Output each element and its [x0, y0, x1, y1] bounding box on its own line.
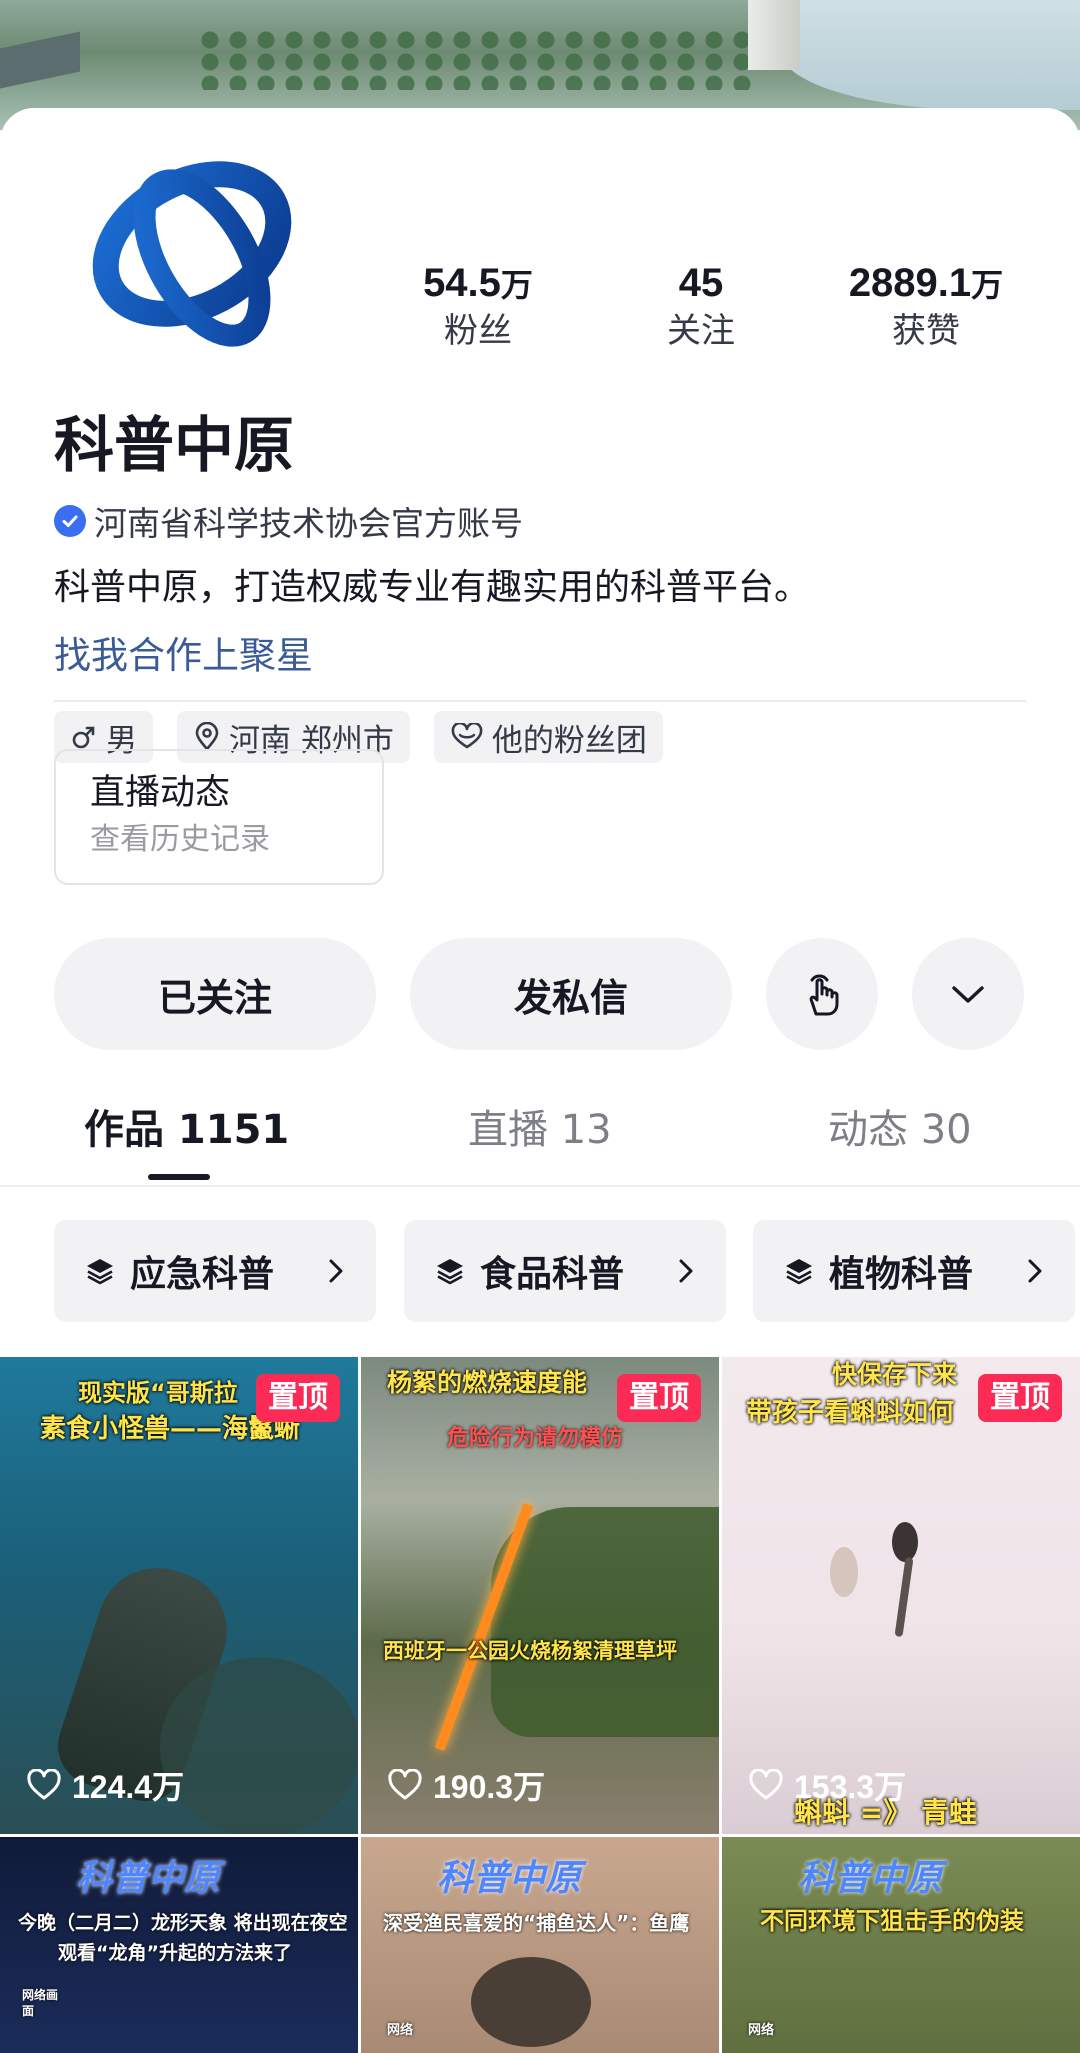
egg-figure	[830, 1547, 858, 1597]
layers-icon	[786, 1259, 812, 1285]
verification-line[interactable]: 河南省科学技术协会官方账号	[54, 496, 523, 546]
watermark-logo: 科普中原	[76, 1858, 221, 1899]
pinned-badge: 置顶	[617, 1374, 701, 1422]
tadpole-tail-figure	[894, 1556, 914, 1638]
video-caption: 观看“龙角”升起的方法来了	[58, 1942, 292, 1964]
chevron-down-icon	[952, 986, 984, 1003]
heart-icon	[388, 1769, 422, 1800]
collection-plants-label: 植物科普	[829, 1254, 974, 1295]
chevron-right-icon	[329, 1259, 343, 1283]
cooperation-link[interactable]: 找我合作上聚星	[54, 628, 313, 684]
cormorant-figure	[471, 1957, 591, 2047]
video-likes-count: 124.4万	[72, 1769, 185, 1805]
video-caption: 不同环境下狙击手的伪装	[760, 1907, 1024, 1935]
following-count: 45	[678, 261, 724, 305]
tab-posts[interactable]: 动态 30	[828, 1100, 972, 1160]
heart-icon	[749, 1769, 783, 1800]
video-caption: 网络	[748, 2023, 775, 2038]
watermark-logo: 科普中原	[437, 1858, 582, 1899]
fan-group-heart-icon	[451, 723, 483, 749]
video-caption: 快保存下来	[832, 1360, 958, 1389]
video-thumbnail[interactable]: 快保存下来 带孩子看蝌蚪如何 蝌蚪 =》 青蛙 置顶 153.3万	[722, 1357, 1080, 1834]
followers-count: 54.5	[423, 261, 501, 305]
likes-label: 获赞	[892, 311, 960, 351]
video-thumbnail[interactable]: 科普中原 今晚（二月二）龙形天象 将出现在夜空 观看“龙角”升起的方法来了 网络…	[0, 1837, 358, 2053]
video-thumbnail[interactable]: 现实版“哥斯拉 素食小怪兽——海鬣蜥 置顶 124.4万	[0, 1357, 358, 1834]
video-thumbnail[interactable]: 科普中原 不同环境下狙击手的伪装 网络	[722, 1837, 1080, 2053]
tadpole-figure	[892, 1522, 918, 1562]
followed-button[interactable]: 已关注	[54, 938, 376, 1050]
profile-bio: 科普中原，打造权威专业有趣实用的科普平台。	[54, 567, 811, 608]
avatar[interactable]	[58, 120, 320, 382]
video-thumbnail[interactable]: 杨絮的燃烧速度能 危险行为请勿模仿 西班牙一公园火烧杨絮清理草坪 置顶 190.…	[361, 1357, 719, 1834]
tag-fan-group-label: 他的粉丝团	[491, 722, 647, 759]
chevron-right-icon	[679, 1259, 693, 1283]
tabs-divider	[0, 1185, 1080, 1187]
collection-plants[interactable]: 植物科普	[753, 1220, 1075, 1322]
cover-road	[0, 31, 80, 89]
followers-unit: 万	[500, 266, 533, 304]
cover-tower	[748, 0, 800, 70]
rock-figure	[160, 1657, 358, 1834]
verification-text: 河南省科学技术协会官方账号	[94, 504, 523, 543]
tab-works[interactable]: 作品 1151	[84, 1100, 289, 1160]
male-icon	[72, 726, 95, 749]
live-history-title: 直播动态	[90, 773, 231, 813]
tag-fan-group[interactable]: 他的粉丝团	[433, 711, 663, 763]
layers-icon	[87, 1259, 113, 1285]
video-likes-count: 190.3万	[433, 1769, 546, 1805]
stat-following[interactable]: 45 关注	[601, 258, 801, 354]
watermark-logo: 科普中原	[798, 1858, 943, 1899]
video-caption: 西班牙一公园火烧杨絮清理草坪	[383, 1639, 677, 1663]
video-caption: 网络	[387, 2023, 414, 2038]
video-caption: 今晚（二月二）龙形天象 将出现在夜空	[18, 1912, 348, 1934]
pinned-badge: 置顶	[978, 1374, 1062, 1422]
video-likes: 153.3万	[748, 1762, 906, 1808]
followers-label: 粉丝	[444, 311, 512, 351]
profile-name: 科普中原	[54, 411, 294, 481]
tab-live[interactable]: 直播 13	[468, 1100, 612, 1160]
kepu-logo-icon	[92, 161, 292, 347]
video-likes-count: 153.3万	[794, 1769, 907, 1805]
chevron-right-icon	[1028, 1259, 1042, 1283]
video-likes: 190.3万	[387, 1762, 545, 1808]
grass-figure	[491, 1507, 719, 1737]
verified-badge-icon	[54, 505, 86, 537]
video-likes: 124.4万	[26, 1762, 184, 1808]
section-divider	[54, 700, 1026, 702]
video-caption: 带孩子看蝌蚪如何	[746, 1398, 955, 1428]
more-button[interactable]	[912, 938, 1024, 1050]
collection-food-label: 食品科普	[480, 1254, 625, 1295]
poke-hand-icon	[809, 974, 839, 1016]
live-history-card[interactable]: 直播动态 查看历史记录	[54, 749, 384, 885]
collection-emergency-label: 应急科普	[130, 1254, 275, 1295]
collection-emergency[interactable]: 应急科普	[54, 1220, 376, 1322]
cover-water	[780, 0, 1080, 110]
video-caption: 网络画面	[22, 1988, 59, 2018]
active-tab-indicator	[148, 1174, 210, 1180]
following-label: 关注	[667, 311, 735, 351]
video-caption: 深受渔民喜爱的“捕鱼达人”：鱼鹰	[383, 1911, 690, 1935]
poke-button[interactable]	[766, 938, 878, 1050]
collection-food[interactable]: 食品科普	[404, 1220, 726, 1322]
stat-followers[interactable]: 54.5万 粉丝	[378, 258, 578, 354]
stat-likes[interactable]: 2889.1万 获赞	[826, 258, 1026, 354]
send-message-button[interactable]: 发私信	[410, 938, 732, 1050]
heart-icon	[27, 1769, 61, 1800]
video-caption: 杨絮的燃烧速度能	[387, 1368, 588, 1397]
live-history-subtitle: 查看历史记录	[90, 822, 270, 857]
likes-unit: 万	[971, 266, 1004, 304]
location-pin-icon	[195, 722, 219, 751]
video-caption: 危险行为请勿模仿	[447, 1426, 624, 1451]
video-thumbnail[interactable]: 科普中原 深受渔民喜爱的“捕鱼达人”：鱼鹰 网络	[361, 1837, 719, 2053]
layers-icon	[437, 1259, 463, 1285]
video-caption: 现实版“哥斯拉	[78, 1379, 238, 1407]
content-tabs: 作品 1151 直播 13 动态 30	[0, 1090, 1080, 1186]
pinned-badge: 置顶	[256, 1374, 340, 1422]
likes-count: 2889.1	[848, 261, 972, 305]
cover-trees	[200, 30, 760, 90]
